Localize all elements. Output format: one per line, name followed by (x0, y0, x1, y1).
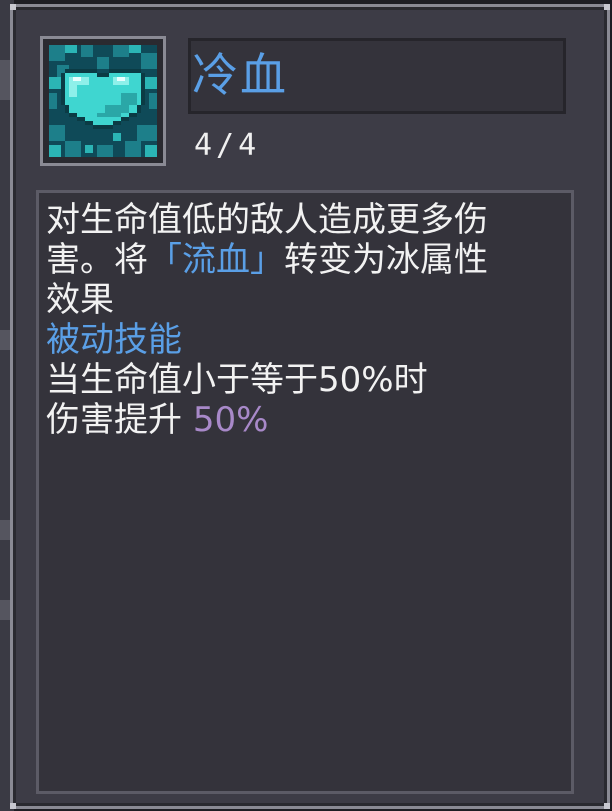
panel-corner (10, 803, 16, 809)
bonus-label: 伤害提升 (46, 400, 182, 440)
background-notch (0, 330, 10, 350)
skill-level: 4/4 (194, 128, 261, 163)
skill-name: 冷血 (192, 48, 288, 102)
background-notch (0, 60, 10, 100)
description-text: 转变为冰属性 (284, 240, 488, 280)
bonus-line: 伤害提升 50% (46, 400, 566, 440)
description-text: 害。将 (46, 240, 148, 280)
description-line: 害。将「流血」转变为冰属性 (46, 240, 566, 280)
ice-heart-icon (49, 45, 157, 157)
background-notch (0, 520, 10, 540)
condition-text: 当生命值小于等于50%时 (46, 360, 428, 400)
description-line: 效果 (46, 280, 114, 320)
panel-corner (604, 803, 610, 809)
skill-type-label: 被动技能 (46, 320, 182, 360)
panel-corner (604, 4, 610, 10)
bonus-value: 50% (192, 400, 269, 440)
bleed-keyword: 「流血」 (148, 240, 284, 280)
skill-icon-frame[interactable] (40, 36, 166, 166)
background-notch (0, 600, 10, 620)
description-line: 对生命值低的敌人造成更多伤 (46, 200, 488, 240)
skill-description: 对生命值低的敌人造成更多伤 害。将「流血」转变为冰属性 效果 被动技能 当生命值… (46, 200, 566, 440)
panel-corner (10, 4, 16, 10)
